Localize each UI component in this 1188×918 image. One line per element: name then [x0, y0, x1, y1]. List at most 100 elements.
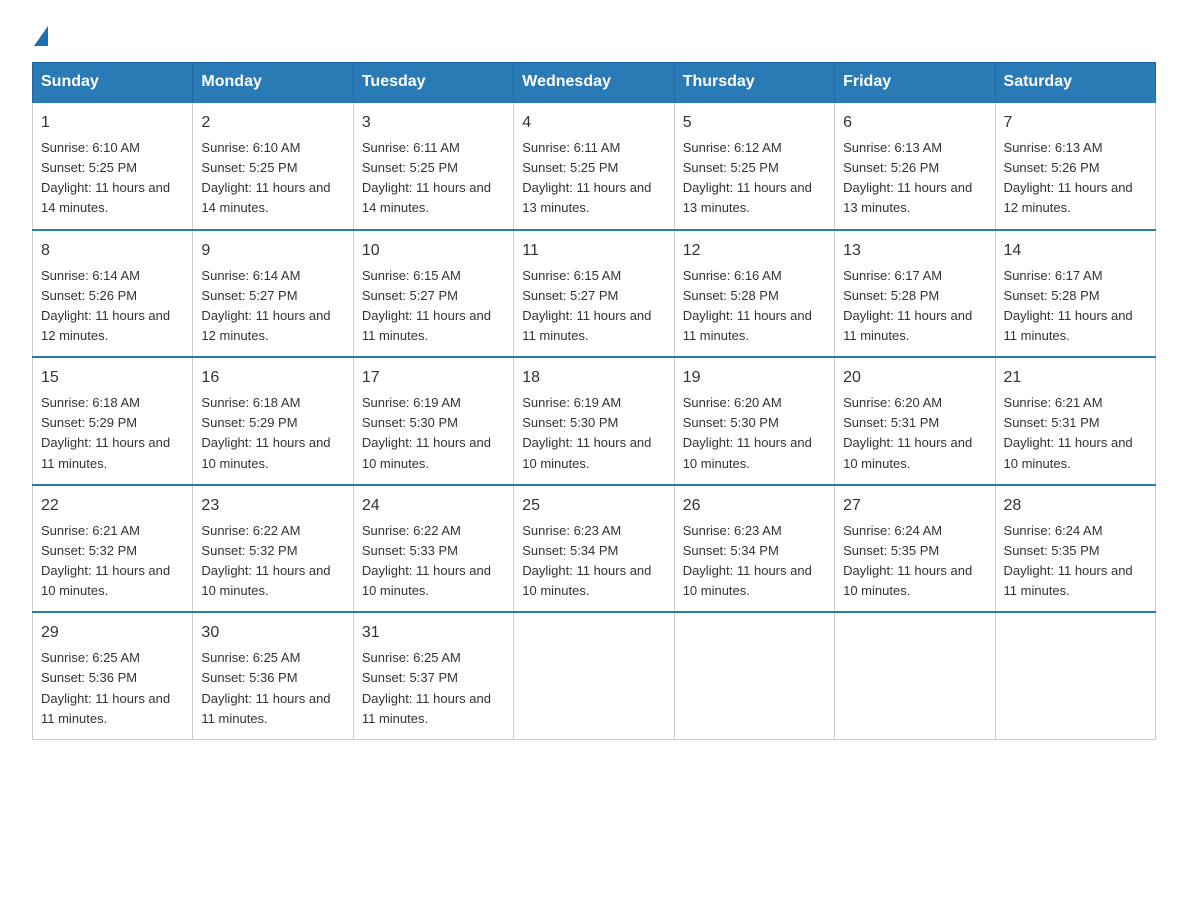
calendar-cell: 26 Sunrise: 6:23 AMSunset: 5:34 PMDayligh… [674, 485, 834, 613]
weekday-header-saturday: Saturday [995, 63, 1155, 103]
calendar-cell: 10 Sunrise: 6:15 AMSunset: 5:27 PMDayligh… [353, 230, 513, 358]
day-info: Sunrise: 6:25 AMSunset: 5:36 PMDaylight:… [41, 648, 184, 729]
weekday-header-row: SundayMondayTuesdayWednesdayThursdayFrid… [33, 63, 1156, 103]
calendar-cell: 2Sunrise: 6:10 AMSunset: 5:25 PMDaylight… [193, 102, 353, 230]
day-number: 23 [201, 494, 344, 518]
calendar-week-row: 29 Sunrise: 6:25 AMSunset: 5:36 PMDayligh… [33, 612, 1156, 739]
calendar-cell: 22 Sunrise: 6:21 AMSunset: 5:32 PMDayligh… [33, 485, 193, 613]
calendar-cell: 9 Sunrise: 6:14 AMSunset: 5:27 PMDaylight… [193, 230, 353, 358]
calendar-cell: 7 Sunrise: 6:13 AMSunset: 5:26 PMDaylight… [995, 102, 1155, 230]
day-info: Sunrise: 6:17 AMSunset: 5:28 PMDaylight:… [843, 266, 986, 347]
day-number: 7 [1004, 111, 1147, 135]
logo [32, 24, 48, 42]
day-info: Sunrise: 6:15 AMSunset: 5:27 PMDaylight:… [522, 266, 665, 347]
day-info: Sunrise: 6:21 AMSunset: 5:31 PMDaylight:… [1004, 393, 1147, 474]
calendar-table: SundayMondayTuesdayWednesdayThursdayFrid… [32, 62, 1156, 740]
day-info: Sunrise: 6:23 AMSunset: 5:34 PMDaylight:… [683, 521, 826, 602]
calendar-cell: 23 Sunrise: 6:22 AMSunset: 5:32 PMDayligh… [193, 485, 353, 613]
day-info: Sunrise: 6:24 AMSunset: 5:35 PMDaylight:… [1004, 521, 1147, 602]
calendar-cell [674, 612, 834, 739]
day-info: Sunrise: 6:21 AMSunset: 5:32 PMDaylight:… [41, 521, 184, 602]
day-info: Sunrise: 6:13 AMSunset: 5:26 PMDaylight:… [843, 138, 986, 219]
day-number: 22 [41, 494, 184, 518]
calendar-cell: 12 Sunrise: 6:16 AMSunset: 5:28 PMDayligh… [674, 230, 834, 358]
calendar-week-row: 22 Sunrise: 6:21 AMSunset: 5:32 PMDayligh… [33, 485, 1156, 613]
day-info: Sunrise: 6:22 AMSunset: 5:33 PMDaylight:… [362, 521, 505, 602]
day-number: 8 [41, 239, 184, 263]
day-info: Sunrise: 6:19 AMSunset: 5:30 PMDaylight:… [362, 393, 505, 474]
calendar-cell: 20Sunrise: 6:20 AMSunset: 5:31 PMDayligh… [835, 357, 995, 485]
calendar-cell: 17 Sunrise: 6:19 AMSunset: 5:30 PMDayligh… [353, 357, 513, 485]
calendar-cell [995, 612, 1155, 739]
day-number: 3 [362, 111, 505, 135]
calendar-cell: 18 Sunrise: 6:19 AMSunset: 5:30 PMDayligh… [514, 357, 674, 485]
calendar-cell: 6Sunrise: 6:13 AMSunset: 5:26 PMDaylight… [835, 102, 995, 230]
calendar-cell: 4Sunrise: 6:11 AMSunset: 5:25 PMDaylight… [514, 102, 674, 230]
day-number: 17 [362, 366, 505, 390]
day-info: Sunrise: 6:20 AMSunset: 5:30 PMDaylight:… [683, 393, 826, 474]
weekday-header-monday: Monday [193, 63, 353, 103]
day-info: Sunrise: 6:14 AMSunset: 5:26 PMDaylight:… [41, 266, 184, 347]
day-number: 5 [683, 111, 826, 135]
day-number: 12 [683, 239, 826, 263]
day-info: Sunrise: 6:14 AMSunset: 5:27 PMDaylight:… [201, 266, 344, 347]
calendar-week-row: 8 Sunrise: 6:14 AMSunset: 5:26 PMDaylight… [33, 230, 1156, 358]
day-info: Sunrise: 6:25 AMSunset: 5:36 PMDaylight:… [201, 648, 344, 729]
day-number: 16 [201, 366, 344, 390]
day-number: 25 [522, 494, 665, 518]
day-info: Sunrise: 6:24 AMSunset: 5:35 PMDaylight:… [843, 521, 986, 602]
weekday-header-tuesday: Tuesday [353, 63, 513, 103]
day-number: 10 [362, 239, 505, 263]
day-info: Sunrise: 6:16 AMSunset: 5:28 PMDaylight:… [683, 266, 826, 347]
calendar-cell: 8 Sunrise: 6:14 AMSunset: 5:26 PMDaylight… [33, 230, 193, 358]
day-number: 19 [683, 366, 826, 390]
day-number: 28 [1004, 494, 1147, 518]
day-number: 31 [362, 621, 505, 645]
weekday-header-thursday: Thursday [674, 63, 834, 103]
day-number: 29 [41, 621, 184, 645]
calendar-cell: 1Sunrise: 6:10 AMSunset: 5:25 PMDaylight… [33, 102, 193, 230]
day-info: Sunrise: 6:13 AMSunset: 5:26 PMDaylight:… [1004, 138, 1147, 219]
day-number: 18 [522, 366, 665, 390]
day-info: Sunrise: 6:19 AMSunset: 5:30 PMDaylight:… [522, 393, 665, 474]
day-number: 24 [362, 494, 505, 518]
calendar-cell: 13 Sunrise: 6:17 AMSunset: 5:28 PMDayligh… [835, 230, 995, 358]
day-info: Sunrise: 6:18 AMSunset: 5:29 PMDaylight:… [41, 393, 184, 474]
day-info: Sunrise: 6:15 AMSunset: 5:27 PMDaylight:… [362, 266, 505, 347]
weekday-header-sunday: Sunday [33, 63, 193, 103]
day-number: 11 [522, 239, 665, 263]
day-number: 27 [843, 494, 986, 518]
calendar-cell: 30 Sunrise: 6:25 AMSunset: 5:36 PMDayligh… [193, 612, 353, 739]
day-info: Sunrise: 6:17 AMSunset: 5:28 PMDaylight:… [1004, 266, 1147, 347]
day-number: 26 [683, 494, 826, 518]
calendar-cell [835, 612, 995, 739]
logo-triangle-icon [34, 26, 48, 46]
calendar-cell: 24 Sunrise: 6:22 AMSunset: 5:33 PMDayligh… [353, 485, 513, 613]
calendar-cell: 14 Sunrise: 6:17 AMSunset: 5:28 PMDayligh… [995, 230, 1155, 358]
calendar-cell: 21 Sunrise: 6:21 AMSunset: 5:31 PMDayligh… [995, 357, 1155, 485]
day-info: Sunrise: 6:25 AMSunset: 5:37 PMDaylight:… [362, 648, 505, 729]
day-info: Sunrise: 6:20 AMSunset: 5:31 PMDaylight:… [843, 393, 986, 474]
day-info: Sunrise: 6:23 AMSunset: 5:34 PMDaylight:… [522, 521, 665, 602]
calendar-cell [514, 612, 674, 739]
page-header [32, 24, 1156, 42]
day-info: Sunrise: 6:11 AMSunset: 5:25 PMDaylight:… [362, 138, 505, 219]
day-number: 13 [843, 239, 986, 263]
calendar-cell: 31 Sunrise: 6:25 AMSunset: 5:37 PMDayligh… [353, 612, 513, 739]
calendar-cell: 3 Sunrise: 6:11 AMSunset: 5:25 PMDaylight… [353, 102, 513, 230]
day-info: Sunrise: 6:18 AMSunset: 5:29 PMDaylight:… [201, 393, 344, 474]
calendar-cell: 28 Sunrise: 6:24 AMSunset: 5:35 PMDayligh… [995, 485, 1155, 613]
day-number: 21 [1004, 366, 1147, 390]
day-number: 30 [201, 621, 344, 645]
weekday-header-wednesday: Wednesday [514, 63, 674, 103]
calendar-cell: 15Sunrise: 6:18 AMSunset: 5:29 PMDayligh… [33, 357, 193, 485]
day-info: Sunrise: 6:10 AMSunset: 5:25 PMDaylight:… [201, 138, 344, 219]
day-number: 9 [201, 239, 344, 263]
day-info: Sunrise: 6:12 AMSunset: 5:25 PMDaylight:… [683, 138, 826, 219]
day-info: Sunrise: 6:10 AMSunset: 5:25 PMDaylight:… [41, 138, 184, 219]
day-number: 14 [1004, 239, 1147, 263]
calendar-week-row: 1Sunrise: 6:10 AMSunset: 5:25 PMDaylight… [33, 102, 1156, 230]
day-info: Sunrise: 6:22 AMSunset: 5:32 PMDaylight:… [201, 521, 344, 602]
day-number: 4 [522, 111, 665, 135]
calendar-cell: 29 Sunrise: 6:25 AMSunset: 5:36 PMDayligh… [33, 612, 193, 739]
